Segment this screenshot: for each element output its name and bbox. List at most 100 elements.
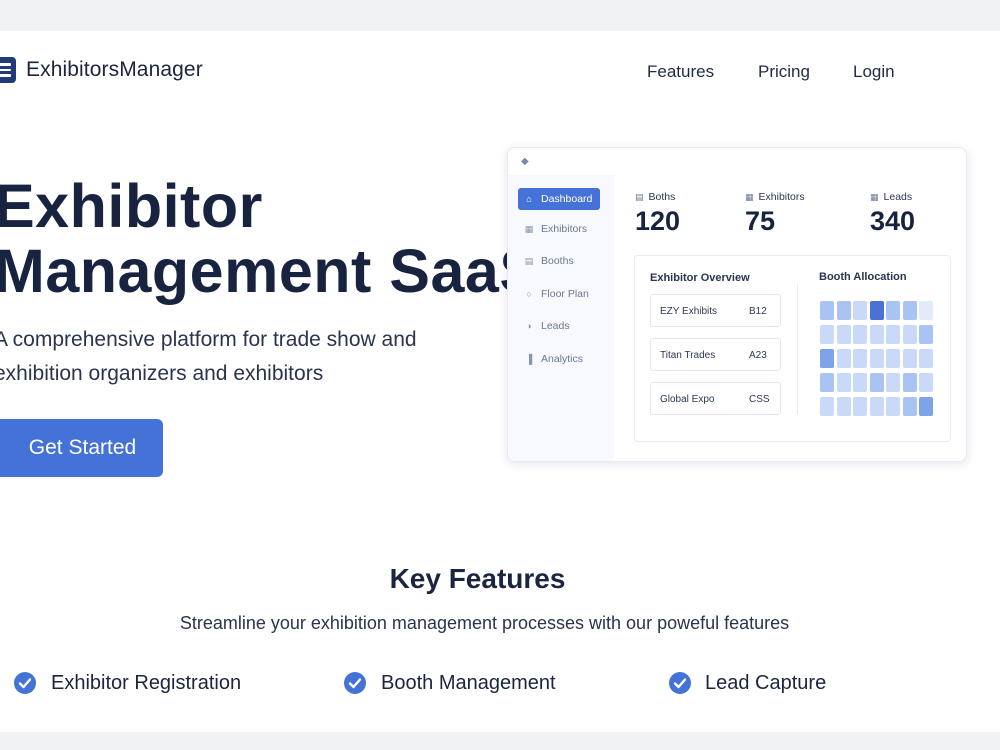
sidebar-item-floor-plan[interactable]: ○ Floor Plan bbox=[518, 283, 600, 305]
stat-value: 120 bbox=[635, 206, 681, 236]
check-circle-icon bbox=[344, 672, 366, 694]
landing-page: ExhibitorsManager Features Pricing Login… bbox=[0, 31, 1000, 732]
booth-cell[interactable] bbox=[869, 397, 884, 416]
booth-cell[interactable] bbox=[902, 325, 917, 344]
dashboard-sidebar: ⌂ Dashboard ▦ Exhibitors ▤ Booths ○ Floo… bbox=[508, 175, 614, 461]
booth-cell[interactable] bbox=[886, 397, 900, 416]
booth-cell[interactable] bbox=[886, 349, 900, 368]
map-pin-icon: ○ bbox=[526, 289, 532, 299]
logo-icon bbox=[0, 57, 16, 83]
sidebar-item-label: Exhibitors bbox=[541, 223, 588, 235]
building-icon: ▤ bbox=[635, 191, 644, 202]
feature-item: Lead Capture bbox=[668, 671, 826, 695]
stat-leads: ▦ Leads 340 bbox=[870, 191, 915, 237]
nav-login[interactable]: Login bbox=[853, 62, 895, 82]
exhibitor-row[interactable]: Global Expo CSS bbox=[650, 382, 781, 415]
features-title: Key Features bbox=[389, 563, 566, 594]
nav-features[interactable]: Features bbox=[647, 62, 714, 82]
overview-panel: Exhibitor Overview EZY Exhibits B12 Tita… bbox=[634, 255, 951, 442]
booth-allocation-title: Booth Allocation bbox=[819, 271, 907, 283]
sidebar-item-exhibitors[interactable]: ▦ Exhibitors bbox=[518, 218, 600, 240]
id-card-icon: ▦ bbox=[524, 223, 534, 234]
exhibitor-booth: A23 bbox=[749, 350, 767, 361]
booth-cell[interactable] bbox=[853, 349, 867, 368]
divider bbox=[797, 284, 798, 414]
check-circle-icon bbox=[669, 672, 691, 694]
stat-booths: ▤ Boths 120 bbox=[635, 191, 680, 237]
booth-cell[interactable] bbox=[836, 349, 851, 368]
booth-icon: ▤ bbox=[524, 255, 534, 266]
booth-cell[interactable] bbox=[869, 301, 884, 320]
get-started-button[interactable]: Get Started bbox=[0, 419, 163, 477]
sidebar-item-label: Dashboard bbox=[541, 193, 593, 205]
booth-cell[interactable] bbox=[836, 325, 851, 344]
exhibitor-booth: B12 bbox=[749, 306, 767, 317]
sidebar-item-booths[interactable]: ▤ Booths bbox=[518, 250, 600, 272]
feature-label: Exhibitor Registration bbox=[51, 671, 242, 694]
exhibitor-booth: CSS bbox=[749, 394, 770, 405]
booth-cell[interactable] bbox=[836, 301, 851, 320]
nav-pricing[interactable]: Pricing bbox=[758, 62, 810, 82]
feature-label: Lead Capture bbox=[705, 671, 827, 694]
booth-cell[interactable] bbox=[869, 373, 884, 392]
booth-cell[interactable] bbox=[919, 373, 933, 392]
booth-cell[interactable] bbox=[836, 397, 851, 416]
booth-cell[interactable] bbox=[919, 301, 933, 320]
exhibitor-row[interactable]: Titan Trades A23 bbox=[650, 338, 781, 371]
check-circle-icon bbox=[14, 672, 36, 694]
brand-name: ExhibitorsManager bbox=[26, 58, 203, 81]
sidebar-item-dashboard[interactable]: ⌂ Dashboard bbox=[518, 188, 600, 210]
bar-chart-icon: ▐ bbox=[525, 354, 533, 364]
hero-title-line1: Exhibitor bbox=[0, 172, 263, 240]
booth-cell[interactable] bbox=[820, 373, 834, 392]
booth-cell[interactable] bbox=[902, 301, 917, 320]
booth-cell[interactable] bbox=[919, 397, 933, 416]
booth-cell[interactable] bbox=[869, 325, 884, 344]
booth-cell[interactable] bbox=[869, 349, 884, 368]
brand[interactable]: ExhibitorsManager bbox=[0, 57, 203, 83]
booth-cell[interactable] bbox=[919, 349, 933, 368]
booth-cell[interactable] bbox=[820, 325, 834, 344]
hero-title-line2: Management SaaS bbox=[0, 237, 541, 305]
booth-cell[interactable] bbox=[886, 325, 900, 344]
booth-cell[interactable] bbox=[902, 397, 917, 416]
exhibitor-name: Titan Trades bbox=[660, 350, 716, 361]
booth-cell[interactable] bbox=[853, 373, 867, 392]
booth-cell[interactable] bbox=[853, 301, 867, 320]
booth-cell[interactable] bbox=[886, 373, 900, 392]
sidebar-item-leads[interactable]: ◑ Leads bbox=[518, 315, 600, 337]
id-card-icon: ▦ bbox=[745, 191, 754, 202]
dashboard-preview: ◆ ⌂ Dashboard ▦ Exhibitors ▤ Booths ○ Fl… bbox=[507, 147, 967, 462]
booth-cell[interactable] bbox=[902, 349, 917, 368]
home-icon: ⌂ bbox=[526, 194, 532, 204]
leads-icon: ▦ bbox=[870, 191, 879, 202]
feature-item: Exhibitor Registration bbox=[13, 671, 241, 695]
sidebar-item-label: Leads bbox=[541, 320, 570, 332]
feature-label: Booth Management bbox=[381, 671, 556, 694]
stat-label: Exhibitors bbox=[758, 191, 805, 203]
stat-exhibitors: ▦ Exhibitors 75 bbox=[745, 191, 805, 237]
hero-title: Exhibitor Management SaaS bbox=[0, 174, 541, 304]
sidebar-item-label: Analytics bbox=[541, 353, 584, 365]
exhibitor-overview-title: Exhibitor Overview bbox=[650, 272, 750, 284]
exhibitor-row[interactable]: EZY Exhibits B12 bbox=[650, 294, 781, 327]
booth-cell[interactable] bbox=[820, 301, 834, 320]
booth-cell[interactable] bbox=[836, 373, 851, 392]
stat-value: 340 bbox=[870, 206, 916, 236]
booth-cell[interactable] bbox=[902, 373, 917, 392]
hero-subtitle: A comprehensive platform for trade show … bbox=[0, 328, 417, 385]
feature-item: Booth Management bbox=[343, 671, 556, 695]
leads-icon: ◑ bbox=[526, 321, 532, 331]
app-logo-icon: ◆ bbox=[521, 156, 529, 167]
sidebar-item-analytics[interactable]: ▐ Analytics bbox=[518, 348, 600, 370]
exhibitor-name: Global Expo bbox=[660, 394, 715, 405]
stat-label: Leads bbox=[883, 191, 913, 203]
features-subtitle: Streamline your exhibition management pr… bbox=[179, 613, 790, 633]
booth-cell[interactable] bbox=[886, 301, 900, 320]
booth-cell[interactable] bbox=[919, 325, 933, 344]
booth-cell[interactable] bbox=[820, 397, 834, 416]
booth-cell[interactable] bbox=[820, 349, 834, 368]
booth-cell[interactable] bbox=[853, 325, 867, 344]
sidebar-item-label: Booths bbox=[541, 255, 574, 267]
booth-cell[interactable] bbox=[853, 397, 867, 416]
